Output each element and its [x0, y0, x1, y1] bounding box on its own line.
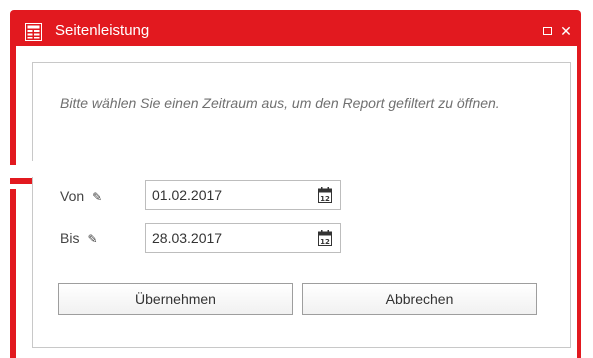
from-label-row: Von ✎ [60, 186, 102, 207]
pencil-icon: ✎ [92, 190, 103, 204]
table-icon [25, 23, 42, 41]
svg-text:12: 12 [320, 238, 330, 246]
maximize-icon [542, 27, 552, 36]
cancel-button[interactable]: Abbrechen [302, 283, 537, 315]
panel-gap [32, 161, 54, 177]
to-label-row: Bis ✎ [60, 228, 98, 249]
window-title: Seitenleistung [55, 22, 150, 39]
calendar-icon[interactable]: 12 [318, 187, 332, 203]
maximize-button[interactable] [539, 21, 555, 41]
frame-notch [0, 165, 20, 189]
apply-button[interactable]: Übernehmen [58, 283, 293, 315]
from-date-value: 01.02.2017 [152, 187, 223, 203]
from-label: Von [60, 188, 85, 204]
close-button[interactable]: ✕ [558, 21, 574, 41]
from-date-input[interactable]: 01.02.2017 12 [145, 180, 341, 210]
svg-text:12: 12 [320, 195, 330, 203]
instruction-text: Bitte wählen Sie einen Zeitraum aus, um … [60, 95, 500, 111]
pencil-icon: ✎ [87, 232, 98, 246]
to-date-value: 28.03.2017 [152, 230, 223, 246]
calendar-icon[interactable]: 12 [318, 230, 332, 246]
to-label: Bis [60, 230, 80, 246]
to-date-input[interactable]: 28.03.2017 12 [145, 223, 341, 253]
